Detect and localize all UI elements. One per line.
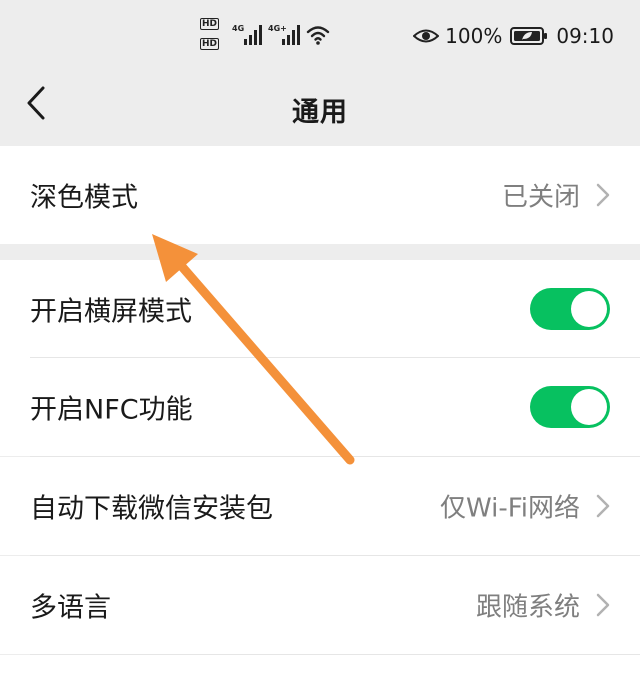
battery-icon	[510, 27, 548, 45]
toggle-knob	[571, 389, 607, 425]
eye-comfort-icon	[413, 29, 440, 43]
nfc-label: 开启NFC功能	[30, 394, 193, 426]
language-label: 多语言	[30, 592, 111, 624]
setting-language[interactable]: 多语言 跟随系统	[0, 556, 640, 654]
chevron-right-icon	[596, 183, 610, 207]
network-type-1: 4G	[232, 24, 245, 33]
setting-nfc: 开启NFC功能	[0, 358, 640, 456]
dark-mode-value: 已关闭	[501, 182, 580, 213]
setting-auto-download[interactable]: 自动下载微信安装包 仅Wi-Fi网络	[0, 457, 640, 555]
chevron-right-icon	[596, 593, 610, 617]
hd-badge-2: HD	[200, 38, 220, 50]
status-left: HD HD 4G 4G+	[198, 18, 338, 54]
dark-mode-label: 深色模式	[30, 182, 138, 214]
status-right: 100% 09:10	[413, 22, 614, 50]
setting-landscape-mode: 开启横屏模式	[0, 260, 640, 358]
landscape-mode-label: 开启横屏模式	[30, 296, 192, 328]
nfc-toggle[interactable]	[530, 386, 610, 428]
setting-dark-mode[interactable]: 深色模式 已关闭	[0, 146, 640, 244]
auto-download-label: 自动下载微信安装包	[30, 493, 273, 525]
setting-next-row	[0, 655, 640, 680]
page-title: 通用	[292, 97, 348, 128]
auto-download-value: 仅Wi-Fi网络	[439, 493, 580, 524]
signal-strength-1-icon	[244, 25, 262, 45]
language-value: 跟随系统	[475, 592, 580, 623]
landscape-mode-toggle[interactable]	[530, 288, 610, 330]
wifi-icon	[306, 26, 330, 45]
toggle-knob	[571, 291, 607, 327]
signal-strength-2-icon	[282, 25, 300, 45]
status-bar: HD HD 4G 4G+ 100% 09:10	[0, 0, 640, 70]
clock-time: 09:10	[556, 24, 614, 48]
chevron-right-icon	[596, 494, 610, 518]
hd-badge-1: HD	[200, 18, 220, 30]
navigation-header: 通用	[0, 70, 640, 142]
battery-percentage: 100%	[445, 24, 503, 48]
